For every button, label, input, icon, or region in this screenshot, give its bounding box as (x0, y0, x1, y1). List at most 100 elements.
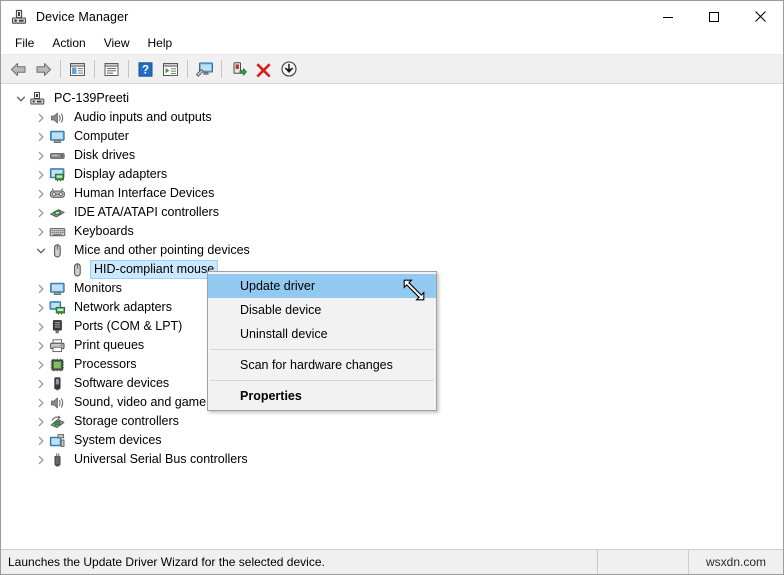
network-adapter-icon (49, 300, 66, 316)
hid-icon (49, 186, 66, 202)
chevron-right-icon[interactable] (33, 357, 49, 373)
chevron-right-icon[interactable] (33, 281, 49, 297)
close-button[interactable] (737, 1, 783, 32)
disk-drive-icon (49, 148, 66, 164)
tree-node-label: Network adapters (74, 300, 172, 314)
action-list-button[interactable] (158, 57, 183, 81)
uninstall-device-button[interactable] (251, 57, 276, 81)
tree-node-computer[interactable]: Computer (1, 127, 783, 146)
status-bar: Launches the Update Driver Wizard for th… (1, 549, 783, 574)
back-arrow-icon (11, 62, 26, 76)
chevron-right-icon[interactable] (33, 300, 49, 316)
menu-help[interactable]: Help (139, 34, 182, 53)
storage-controller-icon (49, 414, 66, 430)
chevron-right-icon[interactable] (33, 395, 49, 411)
chevron-right-icon[interactable] (33, 414, 49, 430)
tree-node-label: PC-139Preeti (54, 91, 130, 105)
window-title: Device Manager (36, 9, 129, 24)
device-context-menu[interactable]: Update driver Disable device Uninstall dev… (207, 271, 437, 411)
processor-icon (49, 357, 66, 373)
tree-node-label: Print queues (74, 338, 145, 352)
chevron-right-icon[interactable] (33, 205, 49, 221)
tree-node-label: Mice and other pointing devices (74, 243, 250, 257)
tree-node-human-interface-devices[interactable]: Human Interface Devices (1, 184, 783, 203)
chevron-right-icon[interactable] (33, 224, 49, 240)
tree-node-label: HID-compliant mouse (89, 260, 219, 279)
port-icon (49, 319, 66, 335)
toolbar-separator-3 (128, 60, 129, 78)
tree-node-mice-and-other-pointing-devices[interactable]: Mice and other pointing devices (1, 241, 783, 260)
tree-node-ide-ata-atapi-controllers[interactable]: IDE ATA/ATAPI controllers (1, 203, 783, 222)
chevron-down-icon[interactable] (33, 243, 49, 259)
tree-node-label: Display adapters (74, 167, 168, 181)
chevron-right-icon[interactable] (33, 338, 49, 354)
menu-view[interactable]: View (95, 34, 139, 53)
update-driver-icon (233, 61, 247, 76)
context-menu-uninstall-device[interactable]: Uninstall device (208, 322, 436, 346)
minimize-button[interactable] (645, 1, 691, 32)
chevron-right-icon[interactable] (33, 186, 49, 202)
chevron-right-icon[interactable] (33, 110, 49, 126)
device-tree-pane[interactable]: PC-139Preeti Audio inputs and outputs Comp… (1, 84, 783, 549)
device-manager-window: Device Manager File Action View Help ? P… (0, 0, 784, 575)
tree-node-label: Processors (74, 357, 137, 371)
tree-node-storage-controllers[interactable]: Storage controllers (1, 412, 783, 431)
menu-file[interactable]: File (6, 34, 43, 53)
red-x-icon (256, 62, 271, 77)
update-driver-button[interactable] (226, 57, 251, 81)
help-button[interactable]: ? (133, 57, 158, 81)
display-adapter-icon (49, 167, 66, 183)
tree-node-audio-inputs-and-outputs[interactable]: Audio inputs and outputs (1, 108, 783, 127)
context-menu-properties[interactable]: Properties (208, 384, 436, 408)
show-hide-console-tree-button[interactable] (65, 57, 90, 81)
context-menu-scan-for-hardware-changes[interactable]: Scan for hardware changes (208, 353, 436, 377)
tree-node-system-devices[interactable]: System devices (1, 431, 783, 450)
toolbar-separator-1 (60, 60, 61, 78)
toolbar: ? (1, 55, 783, 84)
tree-node-label: Software devices (74, 376, 170, 390)
tree-node-label: Ports (COM & LPT) (74, 319, 183, 333)
scan-monitor-icon (195, 62, 213, 77)
tree-node-universal-serial-bus-controllers[interactable]: Universal Serial Bus controllers (1, 450, 783, 469)
context-menu-disable-device[interactable]: Disable device (208, 298, 436, 322)
watermark-label: wsxdn.com (705, 555, 767, 569)
properties-window-icon (104, 62, 119, 76)
chevron-right-icon[interactable] (33, 129, 49, 145)
tree-node-disk-drives[interactable]: Disk drives (1, 146, 783, 165)
menu-action[interactable]: Action (43, 34, 94, 53)
software-device-icon (49, 376, 66, 392)
tree-node-label: Computer (74, 129, 129, 143)
chevron-right-icon[interactable] (33, 167, 49, 183)
chevron-right-icon[interactable] (33, 376, 49, 392)
back-button[interactable] (6, 57, 31, 81)
chevron-right-icon[interactable] (33, 319, 49, 335)
maximize-button[interactable] (691, 1, 737, 32)
toolbar-separator-4 (187, 60, 188, 78)
printer-icon (49, 338, 66, 354)
speaker-icon (49, 110, 66, 126)
tree-node-label: Keyboards (74, 224, 134, 238)
menu-bar: File Action View Help (1, 32, 783, 55)
tree-node-display-adapters[interactable]: Display adapters (1, 165, 783, 184)
tree-node-computer[interactable]: PC-139Preeti (1, 89, 783, 108)
chevron-right-icon[interactable] (33, 452, 49, 468)
device-manager-screenshot: Device Manager File Action View Help ? P… (0, 0, 784, 575)
ide-controller-icon (49, 205, 66, 221)
usb-icon (49, 452, 66, 468)
computer-root-icon (29, 91, 46, 107)
scan-for-hardware-changes-button[interactable] (192, 57, 217, 81)
tree-node-keyboards[interactable]: Keyboards (1, 222, 783, 241)
chevron-down-icon[interactable] (13, 91, 29, 107)
tree-node-label: Audio inputs and outputs (74, 110, 212, 124)
properties-button[interactable] (99, 57, 124, 81)
tree-node-label: System devices (74, 433, 162, 447)
chevron-right-icon[interactable] (33, 148, 49, 164)
system-device-icon (49, 433, 66, 449)
chevron-right-icon[interactable] (33, 433, 49, 449)
disable-device-button[interactable] (276, 57, 301, 81)
forward-button[interactable] (31, 57, 56, 81)
forward-arrow-icon (36, 62, 51, 76)
context-menu-update-driver[interactable]: Update driver (208, 274, 436, 298)
speaker-icon (49, 395, 66, 411)
console-tree-icon (70, 62, 85, 76)
